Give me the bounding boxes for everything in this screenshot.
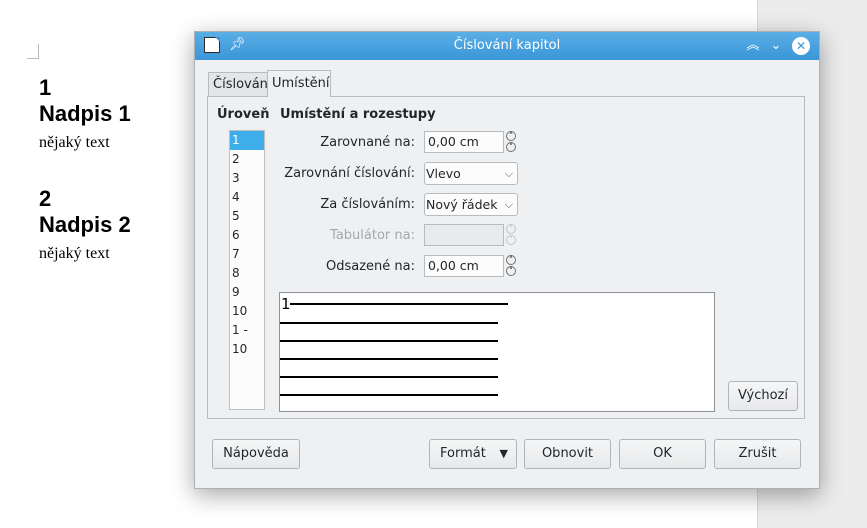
dropdown-arrow-icon: ▼ [499, 447, 508, 460]
heading-text: Nadpis 1 [39, 101, 131, 126]
tab-numbering[interactable]: Číslování [208, 72, 272, 96]
preview-line [280, 358, 498, 360]
spin-down-icon[interactable]: ˅ [506, 235, 516, 246]
tab-stop-label: Tabulátor na: [330, 228, 415, 243]
close-icon[interactable]: ✕ [792, 37, 810, 55]
format-button-label: Formát [440, 446, 486, 461]
level-item[interactable]: 3 [230, 169, 264, 188]
spin-down-icon[interactable]: ˅ [506, 266, 516, 277]
ok-button[interactable]: OK [619, 439, 706, 469]
chevron-down-icon: ⌵ [504, 198, 513, 211]
level-list[interactable]: 1 2 3 4 5 6 7 8 9 10 1 - 10 [229, 130, 265, 410]
tab-position[interactable]: Umístění [267, 70, 331, 97]
numbering-alignment-value: Vlevo [426, 166, 461, 181]
chevron-down-icon: ⌵ [504, 167, 513, 180]
doc-section-2: 2 Nadpis 2 nějaký text [39, 187, 131, 264]
tab-stop-field[interactable] [424, 224, 504, 246]
spin-up-icon[interactable]: ˄ [506, 131, 516, 142]
after-numbering-row: Za číslováním: Nový řádek ⌵ [275, 193, 518, 217]
format-button[interactable]: Formát ▼ [429, 439, 517, 469]
level-item[interactable]: 4 [230, 188, 264, 207]
page-corner-mark [27, 44, 39, 59]
preview-line [280, 376, 498, 378]
level-heading: Úroveň [217, 107, 270, 122]
help-button[interactable]: Nápověda [212, 439, 300, 469]
body-text: nějaký text [39, 134, 110, 151]
aligned-at-spinner[interactable]: ˄ ˅ [504, 131, 518, 153]
level-item[interactable]: 7 [230, 245, 264, 264]
indent-at-field[interactable]: 0,00 cm [424, 255, 504, 277]
spin-up-icon[interactable]: ˄ [506, 224, 516, 235]
preview-line [290, 303, 508, 305]
numbering-alignment-label: Zarovnání číslování: [284, 166, 415, 181]
default-button[interactable]: Výchozí [728, 381, 798, 411]
heading-number: 1 [39, 75, 52, 100]
after-numbering-select[interactable]: Nový řádek ⌵ [424, 193, 518, 216]
after-numbering-label: Za číslováním: [320, 197, 415, 212]
indent-at-spinner[interactable]: ˄ ˅ [504, 255, 518, 277]
cancel-button[interactable]: Zrušit [714, 439, 801, 469]
level-item[interactable]: 6 [230, 226, 264, 245]
numbering-alignment-select[interactable]: Vlevo ⌵ [424, 162, 518, 185]
indent-at-row: Odsazené na: 0,00 cm ˄ ˅ [275, 255, 518, 279]
indent-at-label: Odsazené na: [325, 259, 415, 274]
level-item[interactable]: 1 - 10 [230, 321, 264, 356]
after-numbering-value: Nový řádek [426, 197, 498, 212]
dialog-title: Číslování kapitol [453, 38, 561, 53]
spin-down-icon[interactable]: ˅ [506, 142, 516, 153]
chapter-numbering-dialog: 📌︎ Číslování kapitol ︽ ⌄ ✕ Číslování Umí… [194, 31, 820, 489]
aligned-at-row: Zarovnané na: 0,00 cm ˄ ˅ [275, 131, 518, 155]
level-item[interactable]: 1 [230, 131, 264, 150]
heading-text: Nadpis 2 [39, 212, 131, 237]
tab-stop-spinner[interactable]: ˄ ˅ [504, 224, 518, 246]
level-item[interactable]: 8 [230, 264, 264, 283]
shade-icon[interactable]: ︽ [744, 37, 762, 55]
preview-line [280, 322, 498, 324]
reset-button[interactable]: Obnovit [524, 439, 611, 469]
doc-section-1: 1 Nadpis 1 nějaký text [39, 76, 131, 153]
body-text: nějaký text [39, 245, 110, 262]
aligned-at-field[interactable]: 0,00 cm [424, 131, 504, 153]
preview-line [280, 394, 498, 396]
dialog-titlebar[interactable]: 📌︎ Číslování kapitol ︽ ⌄ ✕ [195, 32, 819, 60]
numbering-alignment-row: Zarovnání číslování: Vlevo ⌵ [275, 162, 518, 186]
tab-stop-row: Tabulátor na: ˄ ˅ [275, 224, 518, 248]
preview-line [280, 340, 498, 342]
level-item[interactable]: 9 [230, 283, 264, 302]
minimize-icon[interactable]: ⌄ [767, 37, 785, 55]
level-item[interactable]: 10 [230, 302, 264, 321]
heading-number: 2 [39, 186, 52, 211]
spin-up-icon[interactable]: ˄ [506, 255, 516, 266]
level-item[interactable]: 2 [230, 150, 264, 169]
position-heading: Umístění a rozestupy [280, 107, 436, 122]
aligned-at-label: Zarovnané na: [320, 135, 415, 150]
level-item[interactable]: 5 [230, 207, 264, 226]
numbering-preview: 1 [279, 292, 715, 412]
